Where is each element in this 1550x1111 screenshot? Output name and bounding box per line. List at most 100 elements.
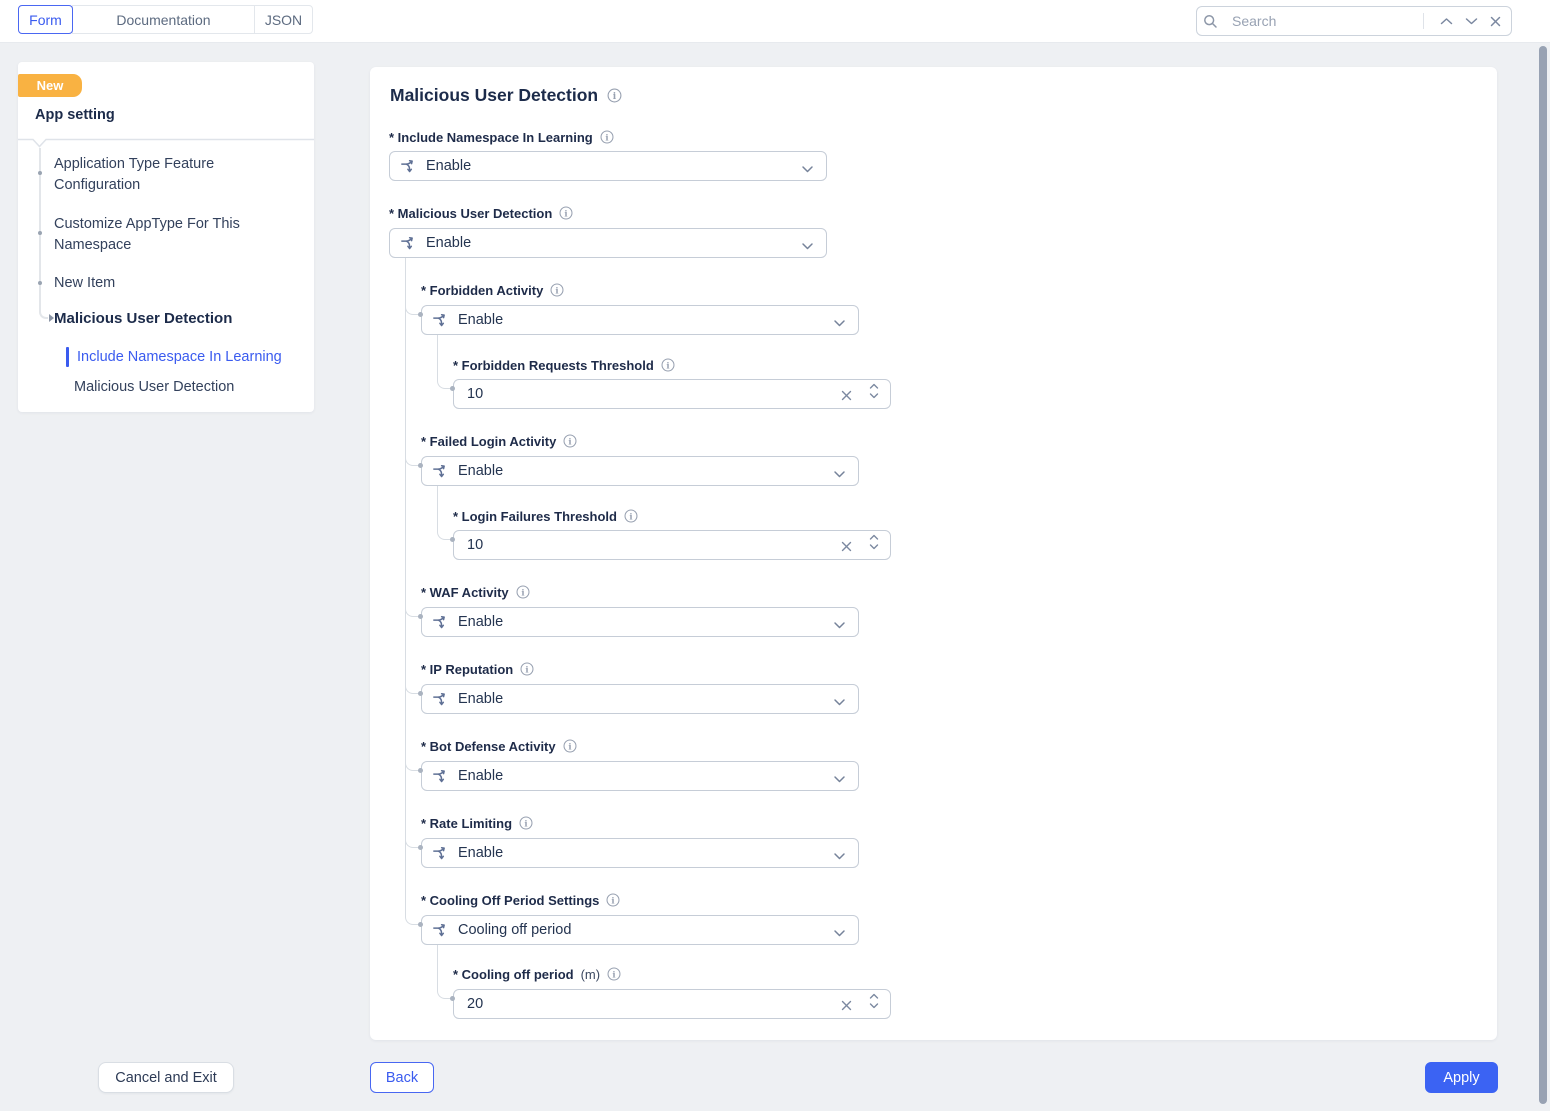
label-text: * Forbidden Requests Threshold [453, 357, 654, 373]
sidebar-item-customize-apptype[interactable]: Customize AppType For This Namespace [54, 214, 304, 256]
field-label-waf-activity: * WAF Activity i [421, 584, 530, 600]
select-cooling-off-period-settings[interactable]: Cooling off period [421, 915, 859, 945]
label-text: * Forbidden Activity [421, 282, 544, 298]
label-text: * Failed Login Activity [421, 433, 557, 449]
connector-dot [418, 463, 423, 468]
info-icon[interactable]: i [563, 739, 577, 753]
sidebar-subitem-include-namespace-in-learning[interactable]: Include Namespace In Learning [77, 349, 282, 365]
input-cooling-off-period[interactable]: 20 [453, 989, 891, 1019]
sidebar-item-application-type-feature-configuration[interactable]: Application Type Feature Configuration [54, 154, 304, 196]
info-icon[interactable]: i [661, 358, 675, 372]
field-label-forbidden-requests-threshold: * Forbidden Requests Threshold i [453, 357, 675, 373]
select-bot-defense-activity[interactable]: Enable [421, 761, 859, 791]
number-stepper[interactable] [869, 383, 879, 399]
info-icon[interactable]: i [600, 130, 614, 144]
sidebar-heading: App setting [35, 107, 115, 123]
page-title: Malicious User Detection i [390, 85, 622, 106]
one-of-branch-icon [432, 463, 448, 479]
info-icon[interactable]: i [516, 585, 530, 599]
sidebar-divider [18, 136, 314, 154]
chevron-down-icon [833, 694, 846, 712]
info-icon[interactable]: i [559, 206, 573, 220]
info-icon[interactable]: i [606, 893, 620, 907]
chevron-down-icon [833, 466, 846, 484]
sidebar-subitem-malicious-user-detection[interactable]: Malicious User Detection [74, 379, 234, 395]
select-value: Enable [426, 235, 472, 251]
new-badge: New [18, 74, 82, 97]
connector-dot [450, 386, 455, 391]
svg-text:i: i [524, 818, 527, 828]
one-of-branch-icon [432, 922, 448, 938]
connector-dot [418, 922, 423, 927]
label-text: * Cooling Off Period Settings [421, 892, 600, 908]
field-label-cooling-off-period: * Cooling off period (m) i [453, 966, 621, 982]
sidebar-tree-corner [39, 306, 48, 319]
info-icon[interactable]: i [563, 434, 577, 448]
input-forbidden-requests-threshold[interactable]: 10 [453, 379, 891, 409]
input-login-failures-threshold[interactable]: 10 [453, 530, 891, 560]
label-text: * Cooling off period [453, 966, 574, 982]
chevron-up-icon[interactable] [1440, 17, 1453, 26]
select-malicious-user-detection[interactable]: Enable [389, 228, 827, 258]
select-rate-limiting[interactable]: Enable [421, 838, 859, 868]
label-unit-suffix: (m) [580, 966, 601, 982]
connector-dot [418, 312, 423, 317]
select-failed-login-activity[interactable]: Enable [421, 456, 859, 486]
cancel-and-exit-button[interactable]: Cancel and Exit [98, 1062, 234, 1093]
chevron-down-icon [801, 238, 814, 256]
field-label-failed-login-activity: * Failed Login Activity i [421, 433, 577, 449]
clear-icon[interactable] [841, 539, 852, 557]
back-button[interactable]: Back [370, 1062, 434, 1093]
info-icon[interactable]: i [550, 283, 564, 297]
select-value: Enable [458, 845, 504, 861]
apply-button[interactable]: Apply [1425, 1062, 1498, 1093]
select-waf-activity[interactable]: Enable [421, 607, 859, 637]
tab-documentation[interactable]: Documentation [73, 6, 255, 33]
one-of-branch-icon [432, 312, 448, 328]
vertical-scrollbar[interactable] [1539, 46, 1547, 1104]
info-icon[interactable]: i [520, 662, 534, 676]
search-icon [1203, 14, 1218, 29]
clear-icon[interactable] [841, 998, 852, 1016]
input-value: 10 [467, 537, 484, 553]
sidebar-item-new-item[interactable]: New Item [54, 273, 304, 294]
input-value: 20 [467, 996, 484, 1012]
field-label-include-namespace-in-learning: * Include Namespace In Learning i [389, 129, 614, 145]
svg-text:i: i [613, 92, 617, 102]
field-label-malicious-user-detection: * Malicious User Detection i [389, 205, 573, 221]
svg-text:i: i [526, 664, 529, 674]
label-text: * Malicious User Detection [389, 205, 553, 221]
close-icon[interactable] [1490, 16, 1501, 27]
tree-connector [437, 945, 453, 999]
bullet-icon [38, 171, 42, 175]
tab-group: Documentation JSON [72, 5, 313, 34]
tree-connector [437, 335, 453, 389]
info-icon[interactable]: i [519, 816, 533, 830]
chevron-down-icon [833, 848, 846, 866]
chevron-down-icon[interactable] [1465, 17, 1478, 26]
one-of-branch-icon [400, 158, 416, 174]
form-panel: Malicious User Detection i * Include Nam… [370, 67, 1497, 1040]
info-icon[interactable]: i [607, 88, 622, 103]
info-icon[interactable]: i [624, 509, 638, 523]
svg-text:i: i [556, 285, 559, 295]
info-icon[interactable]: i [607, 967, 621, 981]
select-forbidden-activity[interactable]: Enable [421, 305, 859, 335]
tab-json[interactable]: JSON [255, 6, 312, 33]
field-label-rate-limiting: * Rate Limiting i [421, 815, 533, 831]
search-box[interactable]: Search [1196, 6, 1512, 36]
svg-text:i: i [613, 969, 616, 979]
select-include-namespace-in-learning[interactable]: Enable [389, 151, 827, 181]
svg-text:i: i [612, 895, 615, 905]
tab-form[interactable]: Form [18, 5, 73, 34]
select-ip-reputation[interactable]: Enable [421, 684, 859, 714]
number-stepper[interactable] [869, 534, 879, 550]
sidebar-item-malicious-user-detection[interactable]: Malicious User Detection [54, 310, 232, 327]
select-value: Enable [458, 614, 504, 630]
input-value: 10 [467, 386, 484, 402]
number-stepper[interactable] [869, 993, 879, 1009]
field-label-bot-defense-activity: * Bot Defense Activity i [421, 738, 577, 754]
clear-icon[interactable] [841, 388, 852, 406]
connector-dot [418, 845, 423, 850]
search-input[interactable]: Search [1232, 13, 1423, 29]
